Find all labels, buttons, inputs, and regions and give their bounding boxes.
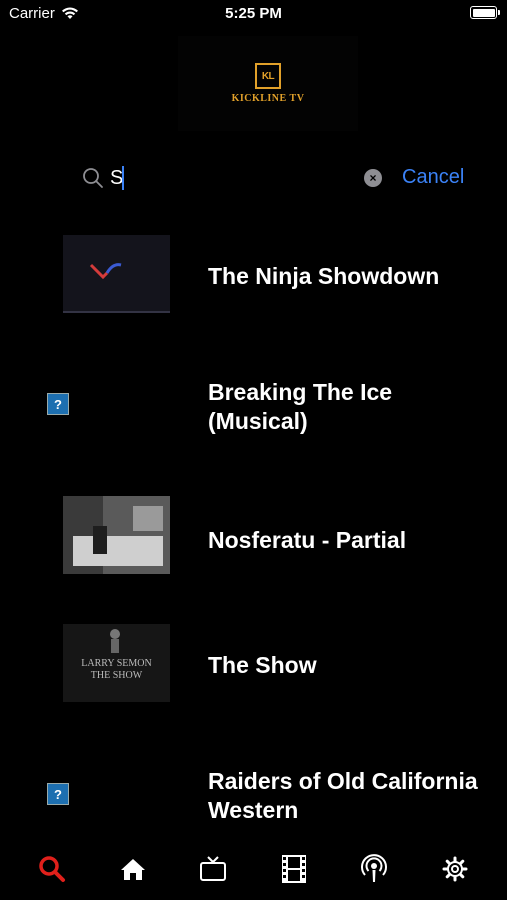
thumbnail-image xyxy=(63,496,170,574)
search-icon xyxy=(83,168,103,188)
list-item[interactable]: ? Breaking The Ice (Musical) xyxy=(0,360,507,450)
thumbnail-caption: LARRY SEMON THE SHOW xyxy=(63,658,170,682)
status-bar: Carrier 5:25 PM xyxy=(0,0,507,28)
thumbnail-caption-line: THE SHOW xyxy=(90,670,143,681)
tab-bar xyxy=(0,846,507,900)
app-logo: KL KICKLINE TV xyxy=(178,36,358,131)
thumbnail-caption-line: LARRY SEMON xyxy=(81,658,152,669)
broken-image-icon: ? xyxy=(47,393,69,415)
film-icon xyxy=(281,855,306,883)
item-title: Breaking The Ice (Musical) xyxy=(208,379,393,434)
cancel-button[interactable]: Cancel xyxy=(402,166,464,189)
tab-movies[interactable] xyxy=(270,846,318,892)
podcast-icon xyxy=(361,854,388,882)
gear-icon xyxy=(442,856,468,882)
video-thumbnail xyxy=(63,235,170,313)
text-caret xyxy=(122,166,124,190)
tab-settings[interactable] xyxy=(431,846,479,892)
list-item[interactable]: ? Raiders of Old California Western xyxy=(0,762,507,832)
search-bar: × Cancel xyxy=(0,160,507,196)
thumbnail-image xyxy=(63,235,170,313)
list-item[interactable]: Nosferatu - Partial xyxy=(0,496,507,576)
tab-tv[interactable] xyxy=(189,846,237,892)
tab-home[interactable] xyxy=(109,846,157,892)
logo-mark: KL xyxy=(255,63,281,89)
search-input[interactable] xyxy=(110,164,350,192)
video-thumbnail: LARRY SEMON THE SHOW xyxy=(63,624,170,702)
broken-image-icon: ? xyxy=(47,783,69,805)
clear-search-button[interactable]: × xyxy=(364,169,382,187)
list-item[interactable]: The Ninja Showdown xyxy=(0,235,507,315)
item-title: Raiders of Old California Western xyxy=(208,768,478,823)
item-title: The Ninja Showdown xyxy=(208,263,440,289)
home-icon xyxy=(120,859,145,880)
battery-icon xyxy=(470,6,500,19)
tab-search[interactable] xyxy=(28,846,76,892)
search-icon xyxy=(39,856,66,882)
clock: 5:25 PM xyxy=(225,5,282,22)
item-title: Nosferatu - Partial xyxy=(208,527,407,553)
tv-icon xyxy=(200,856,227,881)
item-title: The Show xyxy=(208,652,317,678)
list-item[interactable]: LARRY SEMON THE SHOW The Show xyxy=(0,624,507,704)
logo-text: KICKLINE TV xyxy=(231,93,305,104)
video-thumbnail xyxy=(63,496,170,574)
tab-podcasts[interactable] xyxy=(350,846,398,892)
